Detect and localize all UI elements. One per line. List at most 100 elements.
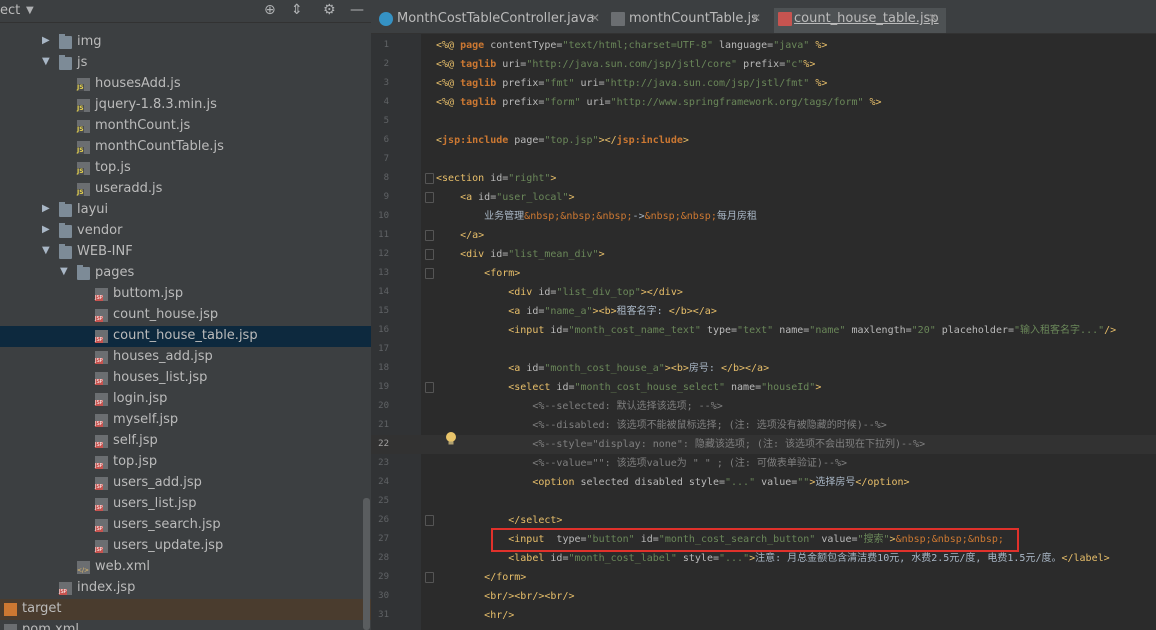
tree-item-pages[interactable]: ▼ pages	[0, 263, 371, 284]
code-line[interactable]: 16 <input id="month_cost_name_text" type…	[371, 321, 1156, 340]
code-line[interactable]: 23 <%--value="": 该选项value为 " " ; (注: 可做表…	[371, 454, 1156, 473]
code-line[interactable]: 6 <jsp:include page="top.jsp"></jsp:inclu…	[371, 131, 1156, 150]
tree-item-houses-add-jsp[interactable]: houses_add.jsp	[0, 347, 371, 368]
code-line[interactable]: 20 <%--selected: 默认选择该选项; --%>	[371, 397, 1156, 416]
tree-item-pom-xml[interactable]: pom.xml	[0, 620, 371, 630]
code-token: 业务管理	[436, 211, 525, 222]
chevron-down-icon[interactable]: ▼	[60, 266, 70, 277]
code-token: jsp:include	[616, 135, 683, 146]
tree-item-login-jsp[interactable]: login.jsp	[0, 389, 371, 410]
tree-item-users-add-jsp[interactable]: users_add.jsp	[0, 473, 371, 494]
code-line[interactable]: 19 <select id="month_cost_house_select" …	[371, 378, 1156, 397]
code-line[interactable]: 25	[371, 492, 1156, 511]
code-line[interactable]: 2 <%@ taglib uri="http://java.sun.com/jsp…	[371, 55, 1156, 74]
code-line[interactable]: 11 </a>	[371, 226, 1156, 245]
close-icon[interactable]: ✕	[928, 11, 938, 25]
code-line[interactable]: 18 <a id="month_cost_house_a"><b>房号: </b…	[371, 359, 1156, 378]
code-line[interactable]: 12 <div id="list_mean_div">	[371, 245, 1156, 264]
fold-marker-icon[interactable]	[425, 230, 434, 241]
tree-item-housesadd-js[interactable]: housesAdd.js	[0, 74, 371, 95]
code-token: "c"	[785, 59, 804, 70]
code-token: contentType=	[490, 40, 563, 51]
tree-item-count-house-table-jsp[interactable]: count_house_table.jsp	[0, 326, 371, 347]
chevron-right-icon[interactable]: ▶	[42, 224, 52, 235]
code-line[interactable]: 24 <option selected disabled style="..."…	[371, 473, 1156, 492]
chevron-right-icon[interactable]: ▶	[42, 203, 52, 214]
tree-item-monthcounttable-js[interactable]: monthCountTable.js	[0, 137, 371, 158]
tree-item-index-jsp[interactable]: index.jsp	[0, 578, 371, 599]
code-token: id=	[526, 306, 545, 317]
tree-item-top-js[interactable]: top.js	[0, 158, 371, 179]
fold-marker-icon[interactable]	[425, 268, 434, 279]
tree-item-web-inf[interactable]: ▼ WEB-INF	[0, 242, 371, 263]
chevron-down-icon[interactable]: ▼	[42, 56, 52, 67]
tree-item-count-house-jsp[interactable]: count_house.jsp	[0, 305, 371, 326]
close-icon[interactable]: ✕	[590, 11, 600, 25]
fold-marker-icon[interactable]	[425, 192, 434, 203]
code-text: <a id="name_a"><b>租客名字: </b></a>	[436, 302, 717, 321]
tree-item-users-update-jsp[interactable]: users_update.jsp	[0, 536, 371, 557]
tree-item-img[interactable]: ▶ img	[0, 32, 371, 53]
fold-marker-icon[interactable]	[425, 249, 434, 260]
tab-count-house-table-jsp[interactable]: count_house_table.jsp ✕	[774, 8, 946, 33]
fold-marker-icon[interactable]	[425, 173, 434, 184]
code-line[interactable]: 22 <%--style="display: none": 隐藏该选项; (注:…	[371, 435, 1156, 454]
tree-item-js[interactable]: ▼ js	[0, 53, 371, 74]
code-text: <%--style="display: none": 隐藏该选项; (注: 该选…	[436, 435, 925, 454]
code-text: <%--value="": 该选项value为 " " ; (注: 可做表单验证…	[436, 454, 847, 473]
tree-item-useradd-js[interactable]: useradd.js	[0, 179, 371, 200]
scroll-from-source-icon[interactable]: ⊕	[264, 2, 276, 18]
code-line[interactable]: 4 <%@ taglib prefix="form" uri="http://ww…	[371, 93, 1156, 112]
tree-item-target[interactable]: target	[0, 599, 371, 620]
close-icon[interactable]: ✕	[751, 11, 761, 25]
hide-panel-icon[interactable]: —	[350, 2, 364, 18]
line-number: 20	[378, 401, 389, 411]
code-line[interactable]: 17	[371, 340, 1156, 359]
code-line[interactable]: 29 </form>	[371, 568, 1156, 587]
code-line[interactable]: 10 业务管理&nbsp;&nbsp;&nbsp;->&nbsp;&nbsp;每…	[371, 207, 1156, 226]
gear-icon[interactable]: ⚙	[323, 2, 336, 18]
code-line[interactable]: 21 <%--disabled: 该选项不能被鼠标选择; (注: 选项没有被隐藏…	[371, 416, 1156, 435]
chevron-down-icon[interactable]: ▼	[42, 245, 52, 256]
tree-item-layui[interactable]: ▶ layui	[0, 200, 371, 221]
fold-marker-icon[interactable]	[425, 515, 434, 526]
code-line[interactable]: 1 <%@ page contentType="text/html;charset…	[371, 36, 1156, 55]
tree-item-users-search-jsp[interactable]: users_search.jsp	[0, 515, 371, 536]
code-line[interactable]: 3 <%@ taglib prefix="fmt" uri="http://jav…	[371, 74, 1156, 93]
tree-item-myself-jsp[interactable]: myself.jsp	[0, 410, 371, 431]
code-line[interactable]: 30 <br/><br/><br/>	[371, 587, 1156, 606]
code-line[interactable]: 13 <form>	[371, 264, 1156, 283]
code-line[interactable]: 15 <a id="name_a"><b>租客名字: </b></a>	[371, 302, 1156, 321]
tree-item-web-xml[interactable]: web.xml	[0, 557, 371, 578]
code-line[interactable]: 5	[371, 112, 1156, 131]
tree-scrollbar[interactable]	[363, 498, 370, 630]
folder-icon	[59, 202, 72, 217]
code-line[interactable]: 7	[371, 150, 1156, 169]
tree-item-monthcount-js[interactable]: monthCount.js	[0, 116, 371, 137]
tree-item-buttom-jsp[interactable]: buttom.jsp	[0, 284, 371, 305]
code-line[interactable]: 31 <hr/>	[371, 606, 1156, 625]
tree-item-users-list-jsp[interactable]: users_list.jsp	[0, 494, 371, 515]
js-file-icon	[77, 99, 90, 112]
dropdown-chevron-icon[interactable]: ▼	[26, 5, 34, 16]
project-panel-title[interactable]: ect	[0, 3, 20, 18]
tab-monthcounttable-js[interactable]: monthCountTable.js ✕	[611, 8, 765, 33]
code-line[interactable]: 8 <section id="right">	[371, 169, 1156, 188]
tree-item-top-jsp[interactable]: top.jsp	[0, 452, 371, 473]
tree-item-jquery-1-8-3-min-js[interactable]: jquery-1.8.3.min.js	[0, 95, 371, 116]
fold-marker-icon[interactable]	[425, 382, 434, 393]
tree-item-self-jsp[interactable]: self.jsp	[0, 431, 371, 452]
chevron-right-icon[interactable]: ▶	[42, 35, 52, 46]
code-token: ><b>	[592, 306, 617, 317]
lightbulb-icon[interactable]	[444, 431, 458, 447]
tree-item-houses-list-jsp[interactable]: houses_list.jsp	[0, 368, 371, 389]
code-line[interactable]: 9 <a id="user_local">	[371, 188, 1156, 207]
code-line[interactable]: 14 <div id="list_div_top"></div>	[371, 283, 1156, 302]
tree-item-vendor[interactable]: ▶ vendor	[0, 221, 371, 242]
fold-marker-icon[interactable]	[425, 572, 434, 583]
collapse-all-icon[interactable]: ⇕	[291, 2, 303, 18]
tab-monthcosttablecontroller[interactable]: MonthCostTableController.java ✕	[379, 8, 603, 33]
